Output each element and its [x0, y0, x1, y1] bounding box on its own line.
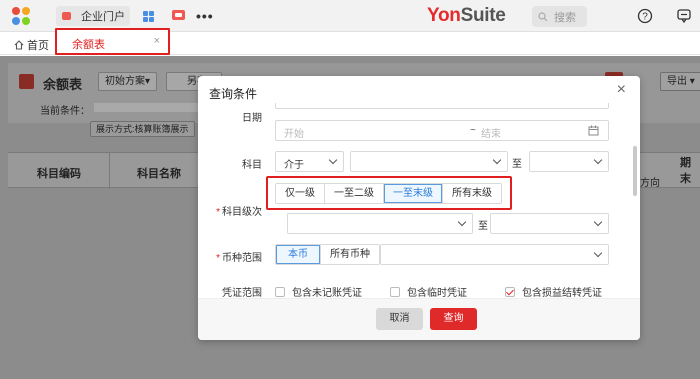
export-button[interactable]: 导出 ▾ [660, 72, 700, 91]
brand-logo: YonSuite [427, 5, 506, 26]
voucher-range-label: 凭证范围 [222, 288, 262, 298]
account-from-select[interactable] [350, 151, 508, 172]
home-icon [14, 40, 24, 50]
currency-select[interactable] [380, 244, 609, 265]
video-icon[interactable] [172, 10, 185, 20]
account-to-label: 至 [512, 159, 522, 170]
query-button[interactable]: 查询 [430, 308, 477, 330]
currency-toggle[interactable]: 本币 所有币种 [275, 244, 380, 265]
close-tab-icon[interactable]: × [154, 35, 160, 47]
level-to-label: 至 [478, 221, 488, 232]
message-icon[interactable] [676, 8, 692, 24]
currency-label: * 币种范围 [216, 253, 262, 264]
level-to-select[interactable] [490, 213, 609, 234]
column-direction: 方向 [640, 178, 660, 189]
dialog-title: 查询条件 [209, 87, 258, 101]
account-to-select[interactable] [529, 151, 609, 172]
checkbox-box[interactable] [390, 286, 400, 297]
app-logo-icon[interactable] [12, 7, 32, 27]
cancel-button[interactable]: 取消 [376, 308, 423, 330]
column-end-balance: 期末 [680, 157, 691, 185]
tab-balance-sheet-label: 余额表 [72, 39, 105, 51]
display-mode-tag[interactable]: 展示方式:核算账簿展示 [90, 121, 195, 137]
plan-dropdown[interactable]: 初始方案▾ [98, 72, 158, 91]
page-title: 余额表 [43, 77, 83, 92]
column-account-name: 科目名称 [137, 168, 181, 180]
checkbox-box[interactable] [275, 286, 285, 297]
close-icon[interactable]: × [617, 81, 626, 99]
column-account-code: 科目编码 [37, 168, 81, 180]
portal-icon [62, 12, 71, 20]
account-level-label: * 科目级次 [216, 207, 262, 218]
portal-tab-label: 企业门户 [81, 11, 125, 23]
search-input[interactable]: 搜索 [532, 6, 587, 27]
tab-home[interactable]: 首页 [14, 37, 49, 53]
apps-grid-icon[interactable] [143, 11, 154, 22]
date-label: 日期 [242, 113, 262, 124]
condition-label: 当前条件： [40, 106, 90, 117]
account-operator-select[interactable]: 介于 [275, 151, 344, 172]
condition-value-blurred [94, 103, 202, 112]
search-icon [538, 11, 548, 21]
portal-tab[interactable]: 企业门户 [56, 6, 130, 26]
calendar-icon [588, 125, 599, 136]
currency-option-local[interactable]: 本币 [276, 245, 321, 264]
more-icon[interactable]: ••• [196, 8, 214, 24]
help-icon[interactable]: ? [637, 8, 653, 24]
date-range-picker[interactable]: 开始 ~ 结束 [275, 120, 609, 141]
dialog-footer: 取消 查询 [198, 298, 640, 340]
level-from-select[interactable] [287, 213, 473, 234]
svg-text:?: ? [642, 12, 648, 23]
date-preset-row [275, 103, 609, 109]
checkbox-unposted[interactable]: 包含未记账凭证 [275, 284, 362, 298]
checkbox-box-checked[interactable] [505, 286, 515, 297]
checkbox-temporary[interactable]: 包含临时凭证 [390, 284, 467, 298]
report-icon [19, 74, 34, 89]
account-label: 科目 [242, 160, 262, 171]
highlight-box [266, 176, 512, 210]
checkbox-profit-loss[interactable]: 包含损益结转凭证 [505, 284, 602, 298]
tab-home-label: 首页 [27, 40, 49, 52]
tab-balance-sheet[interactable]: 余额表 × [55, 28, 170, 55]
dialog-scrollbar[interactable] [633, 146, 637, 196]
search-placeholder: 搜索 [554, 11, 576, 24]
currency-option-all[interactable]: 所有币种 [321, 245, 379, 264]
